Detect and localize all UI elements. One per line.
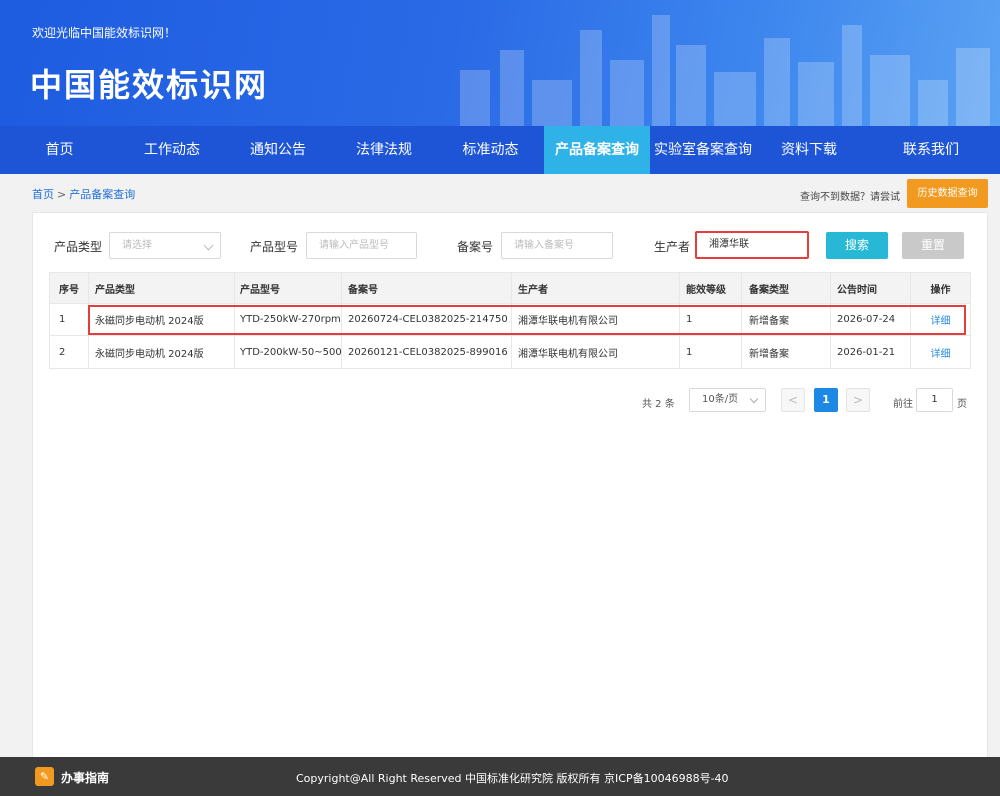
breadcrumb-home-link[interactable]: 首页 [32, 188, 54, 201]
maker-value: 湘潭华联 [709, 239, 749, 250]
record-number-input[interactable]: 请输入备案号 [501, 232, 613, 259]
query-panel: 产品类型 请选择 产品型号 请输入产品型号 备案号 请输入备案号 生产者 湘潭华… [32, 212, 988, 758]
cell-notice-date: 2026-07-24 [831, 304, 911, 335]
cell-record-type: 新增备案 [742, 336, 831, 368]
breadcrumb-current: 产品备案查询 [69, 188, 136, 201]
nav-item-home[interactable]: 首页 [0, 126, 119, 174]
page-number-current[interactable]: 1 [814, 388, 838, 412]
table-row: 2 永磁同步电动机 2024版 YTD-200kW-50~500r... 202… [50, 336, 970, 368]
table-row: 1 永磁同步电动机 2024版 YTD-250kW-270rpm 2026072… [50, 304, 970, 336]
welcome-text: 欢迎光临中国能效标识网！ [32, 26, 177, 40]
cell-maker: 湘潭华联电机有限公司 [512, 304, 680, 335]
nav-item-laws[interactable]: 法律法规 [331, 126, 437, 174]
model-label: 产品型号 [250, 240, 299, 254]
product-type-select[interactable]: 请选择 [109, 232, 221, 259]
nav-item-product-query[interactable]: 产品备案查询 [544, 126, 650, 174]
record-number-label: 备案号 [457, 240, 494, 254]
cell-index: 1 [50, 304, 89, 335]
nav-item-lab-query[interactable]: 实验室备案查询 [650, 126, 756, 174]
cell-model: YTD-200kW-50~500r... [235, 336, 342, 368]
copyright-text: Copyright@All Right Reserved 中国标准化研究院 版权… [296, 772, 729, 785]
header-record-number: 备案号 [342, 273, 512, 303]
breadcrumb-separator: > [57, 188, 67, 201]
maker-label: 生产者 [654, 240, 691, 254]
table-header-row: 序号 产品类型 产品型号 备案号 生产者 能效等级 备案类型 公告时间 操作 [50, 273, 970, 304]
record-number-placeholder: 请输入备案号 [514, 240, 574, 251]
detail-link[interactable]: 详细 [931, 312, 951, 327]
search-button[interactable]: 搜索 [826, 232, 888, 259]
cell-record-number: 20260724-CEL0382025-214750 [342, 304, 512, 335]
cell-model: YTD-250kW-270rpm [235, 304, 342, 335]
pen-icon: ✎ [35, 767, 54, 786]
chevron-down-icon [203, 240, 214, 251]
cell-efficiency-grade: 1 [680, 304, 742, 335]
header-product-type: 产品类型 [89, 273, 235, 303]
cell-product-type: 永磁同步电动机 2024版 [89, 336, 235, 368]
nav-item-downloads[interactable]: 资料下载 [756, 126, 862, 174]
cell-index: 2 [50, 336, 89, 368]
guide-link[interactable]: 办事指南 [61, 769, 109, 786]
site-title[interactable]: 中国能效标识网 [30, 60, 268, 106]
results-table: 序号 产品类型 产品型号 备案号 生产者 能效等级 备案类型 公告时间 操作 1… [49, 272, 971, 369]
chevron-down-icon [749, 394, 759, 404]
cell-maker: 湘潭华联电机有限公司 [512, 336, 680, 368]
header-efficiency-grade: 能效等级 [680, 273, 742, 303]
nav-item-standards[interactable]: 标准动态 [437, 126, 544, 174]
reset-button[interactable]: 重置 [902, 232, 964, 259]
header-banner: 欢迎光临中国能效标识网！ 中国能效标识网 [0, 0, 1000, 126]
pagination-total: 共 2 条 [642, 399, 675, 410]
cell-efficiency-grade: 1 [680, 336, 742, 368]
page-size-select[interactable]: 10条/页 [689, 388, 766, 412]
header-index: 序号 [50, 273, 89, 303]
product-type-placeholder: 请选择 [122, 240, 152, 251]
header-model: 产品型号 [235, 273, 342, 303]
nav-item-contact[interactable]: 联系我们 [862, 126, 1000, 174]
cell-notice-date: 2026-01-21 [831, 336, 911, 368]
history-hint-text: 查询不到数据？请尝试 [800, 192, 900, 203]
goto-page-input[interactable]: 1 [916, 388, 953, 412]
product-type-label: 产品类型 [54, 240, 103, 254]
header-record-type: 备案类型 [742, 273, 831, 303]
detail-link[interactable]: 详细 [931, 345, 951, 360]
nav-item-notices[interactable]: 通知公告 [225, 126, 331, 174]
header-action: 操作 [930, 284, 951, 296]
cell-product-type: 永磁同步电动机 2024版 [89, 304, 235, 335]
prev-page-button[interactable]: < [781, 388, 805, 412]
model-input[interactable]: 请输入产品型号 [306, 232, 417, 259]
next-page-button[interactable]: > [846, 388, 870, 412]
header-notice-date: 公告时间 [831, 273, 911, 303]
goto-label: 前往 [893, 399, 913, 410]
main-nav: 首页 工作动态 通知公告 法律法规 标准动态 产品备案查询 实验室备案查询 资料… [0, 126, 1000, 174]
cell-record-type: 新增备案 [742, 304, 831, 335]
header-maker: 生产者 [512, 273, 680, 303]
breadcrumb: 首页 > 产品备案查询 [32, 186, 135, 202]
cell-record-number: 20260121-CEL0382025-899016 [342, 336, 512, 368]
history-query-button[interactable]: 历史数据查询 [907, 179, 988, 208]
model-placeholder: 请输入产品型号 [319, 240, 389, 251]
nav-item-work-news[interactable]: 工作动态 [119, 126, 225, 174]
page-size-value: 10条/页 [702, 394, 739, 405]
footer: ✎ 办事指南 Copyright@All Right Reserved 中国标准… [0, 757, 1000, 796]
maker-input[interactable]: 湘潭华联 [695, 231, 809, 259]
city-skyline-graphic [460, 15, 990, 126]
page-suffix: 页 [957, 399, 967, 410]
